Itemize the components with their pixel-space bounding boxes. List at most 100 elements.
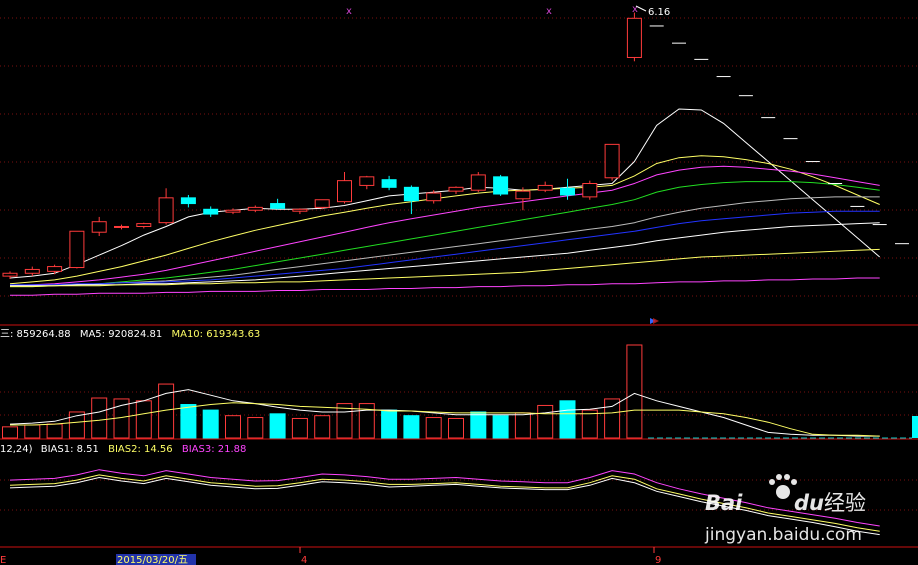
watermark-cn: 经验 — [824, 491, 866, 515]
high-price-annotation: 6.16 — [635, 5, 670, 18]
candle — [225, 208, 241, 215]
candle-body — [114, 225, 129, 228]
volume-bar — [425, 417, 442, 439]
volume-bar — [291, 417, 308, 439]
candle-body — [2, 272, 18, 277]
volume-legend-ma5: MA5: 920824.81 — [80, 329, 162, 340]
candle — [158, 188, 174, 225]
candle — [247, 205, 263, 213]
volume-bar — [135, 400, 152, 439]
candle-body — [91, 221, 107, 233]
volume-bar — [403, 415, 420, 439]
x-axis-date-label: 2015/03/20/五 — [117, 555, 188, 565]
candle — [359, 175, 375, 190]
candle — [270, 198, 286, 210]
bias-legend-bias1: BIAS1: 8.51 — [41, 444, 99, 455]
volume-bar — [381, 409, 398, 439]
candle — [47, 264, 63, 275]
candle — [136, 222, 152, 229]
candle-body — [515, 190, 531, 200]
candle — [470, 172, 486, 193]
candle-body — [560, 187, 575, 196]
candle — [114, 224, 129, 230]
candle-body — [47, 266, 63, 272]
volume-bar-series[interactable] — [2, 344, 643, 439]
volume-bar — [24, 424, 41, 439]
candle — [493, 174, 509, 196]
paw-icon — [769, 474, 797, 499]
ma-line-2 — [9, 155, 880, 285]
volume-bar — [46, 423, 63, 439]
candle-body — [314, 199, 330, 208]
bias-legend-params: 12,24) — [0, 444, 33, 455]
candle-body — [604, 143, 620, 179]
candle-body — [582, 183, 598, 198]
volume-bar — [225, 415, 241, 439]
candle-body — [337, 180, 352, 203]
volume-legend: 三: 859264.88 MA5: 920824.81 MA10: 619343… — [0, 329, 260, 340]
volume-bar — [626, 344, 643, 439]
volume-bar — [314, 415, 331, 439]
candle-body — [136, 223, 152, 227]
candle-body — [448, 186, 464, 192]
x-axis-left-label: E — [0, 555, 6, 565]
volume-bar — [269, 413, 286, 439]
volume-legend-text: 三: 859264.88 MA5: 920824.81 MA10: 619343… — [0, 329, 260, 340]
candle — [69, 230, 85, 269]
candle-body — [626, 17, 642, 58]
candle — [381, 175, 397, 191]
high-price-label: 6.16 — [648, 7, 670, 18]
volume-partial-bar — [912, 416, 918, 438]
candle-body — [180, 197, 196, 205]
ma-line-1 — [9, 108, 881, 279]
volume-legend-ma10: MA10: 619343.63 — [171, 329, 260, 340]
volume-legend-vol: 三: 859264.88 — [0, 329, 71, 340]
candle-body — [493, 176, 509, 195]
ma-line-7 — [10, 222, 880, 287]
x-axis-tick-b-label: 9 — [655, 555, 661, 565]
candle-body — [270, 203, 286, 209]
candle-body — [426, 192, 442, 202]
bias-legend-bias3: BIAS3: 21.88 — [182, 444, 247, 455]
candle — [626, 12, 642, 62]
signal-marker-3: x — [632, 4, 638, 15]
candlestick-series[interactable] — [2, 12, 642, 279]
bias-legend-bias2: BIAS2: 14.56 — [108, 444, 173, 455]
candle — [314, 199, 330, 210]
candle — [515, 187, 531, 211]
watermark-url: jingyan.baidu.com — [704, 525, 862, 545]
volume-bar — [537, 404, 554, 439]
volume-bar — [604, 398, 621, 439]
candle — [582, 180, 598, 200]
volume-bar — [2, 426, 18, 439]
moving-average-lines — [9, 108, 881, 296]
candle — [292, 208, 308, 215]
bias-legend: 12,24) BIAS1: 8.51 BIAS2: 14.56 BIAS3: 2… — [0, 444, 246, 455]
volume-bar — [448, 417, 464, 439]
candle — [448, 186, 464, 195]
signal-markers: x x x — [346, 4, 638, 17]
stock-chart[interactable]: x x x 6.16 三: 859264.88 MA5: 920824.81 M… — [0, 0, 918, 565]
candle — [91, 216, 107, 237]
candle-body — [69, 230, 85, 269]
candle — [604, 143, 620, 181]
candle-body — [203, 208, 219, 215]
candle — [337, 172, 352, 204]
volume-bar — [470, 411, 487, 439]
watermark-brand-tail: du — [794, 491, 824, 515]
volume-bar — [202, 409, 219, 439]
signal-marker-1: x — [346, 6, 352, 17]
signal-marker-2: x — [546, 6, 552, 17]
bias-line-3 — [9, 469, 880, 527]
candle-body — [158, 197, 174, 224]
candle-body — [24, 268, 40, 274]
candle-body — [381, 179, 397, 188]
candle-body — [247, 206, 263, 211]
candle-body — [537, 184, 553, 191]
bias-legend-text: 12,24) BIAS1: 8.51 BIAS2: 14.56 BIAS3: 2… — [0, 444, 246, 455]
candle-body — [225, 209, 241, 213]
candle — [24, 266, 40, 277]
volume-bar — [514, 412, 531, 439]
candle-body — [470, 174, 486, 191]
x-axis-tick-a-label: 4 — [301, 555, 307, 565]
